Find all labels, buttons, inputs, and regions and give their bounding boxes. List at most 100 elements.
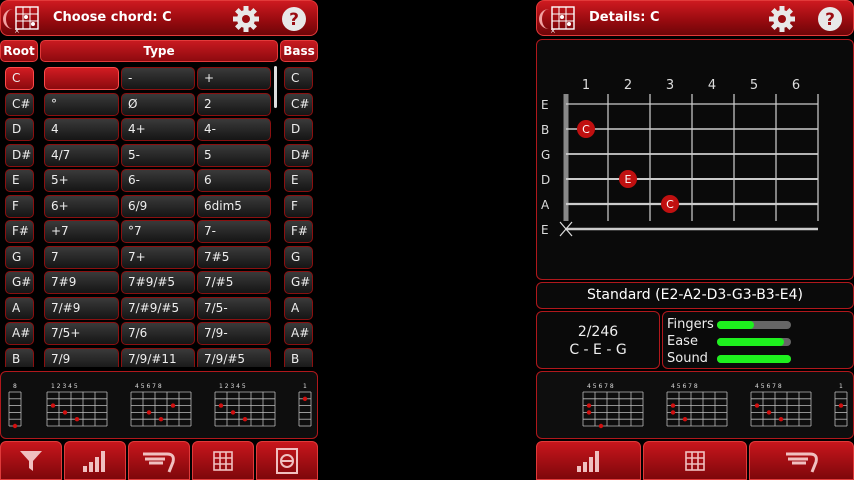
- list-scrollbar[interactable]: [274, 66, 277, 108]
- chord-type-item[interactable]: 7/9/#5: [197, 347, 271, 367]
- chord-type-item[interactable]: 6+: [44, 194, 119, 218]
- back-icon[interactable]: [539, 9, 549, 29]
- fretted-note: C: [577, 120, 595, 138]
- root-item[interactable]: C: [5, 67, 34, 90]
- root-item[interactable]: A#: [5, 322, 34, 345]
- app-chord-icon: ×: [550, 6, 575, 33]
- chord-voicing-thumbnail[interactable]: 8: [7, 376, 27, 436]
- chord-type-item[interactable]: 7#9: [44, 271, 119, 294]
- chord-type-item[interactable]: 2: [197, 92, 271, 116]
- chord-type-item[interactable]: 7/#5: [197, 271, 271, 294]
- chord-type-item[interactable]: +7: [44, 220, 119, 243]
- fretboard-diagram[interactable]: 1 2 3 4 5 6EBGDAECEC: [537, 40, 853, 279]
- chord-type-item[interactable]: 7/9-: [197, 322, 271, 345]
- bass-item[interactable]: G#: [284, 271, 313, 294]
- bass-item[interactable]: D#: [284, 143, 313, 167]
- chord-voicing-thumbnail[interactable]: 1: [833, 376, 853, 436]
- chord-voicings-strip[interactable]: 8 1 2 3 4 5 4 5 6 7 8 1 2 3 4 5 1: [0, 371, 318, 439]
- chord-type-item[interactable]: -: [121, 67, 195, 90]
- bass-item[interactable]: G: [284, 245, 313, 269]
- bass-item[interactable]: F: [284, 194, 313, 218]
- capo-button[interactable]: [749, 441, 854, 480]
- rating-bar-fill: [717, 338, 784, 346]
- signal-bars-icon: [576, 450, 599, 472]
- chord-voicing-thumbnail[interactable]: 4 5 6 7 8: [581, 376, 649, 436]
- rating-label: Fingers: [667, 317, 714, 332]
- chord-type-item[interactable]: 7/6: [121, 322, 195, 345]
- chord-voicing-thumbnail[interactable]: 4 5 6 7 8: [129, 376, 197, 436]
- difficulty-button[interactable]: [536, 441, 641, 480]
- type-column-header: Type: [40, 40, 278, 62]
- bass-item[interactable]: B: [284, 347, 313, 367]
- bass-item[interactable]: A#: [284, 322, 313, 345]
- chord-type-item[interactable]: [44, 67, 119, 90]
- capo-button[interactable]: [128, 441, 190, 480]
- chord-type-item[interactable]: °7: [121, 220, 195, 243]
- difficulty-button[interactable]: [64, 441, 126, 480]
- chord-type-item[interactable]: 4/7: [44, 143, 119, 167]
- bass-item[interactable]: C: [284, 67, 313, 90]
- chord-type-item[interactable]: °: [44, 92, 119, 116]
- chord-voicing-thumbnail[interactable]: 4 5 6 7 8: [749, 376, 817, 436]
- chord-voicing-thumbnail[interactable]: 1 2 3 4 5: [45, 376, 113, 436]
- grid-button[interactable]: [192, 441, 254, 480]
- root-item[interactable]: F#: [5, 220, 34, 243]
- chord-type-item[interactable]: 4+: [121, 118, 195, 141]
- chord-voicing-thumbnail[interactable]: 4 5 6 7 8: [665, 376, 733, 436]
- chord-type-item[interactable]: 7: [44, 245, 119, 269]
- chord-type-item[interactable]: 6: [197, 169, 271, 192]
- bass-item[interactable]: F#: [284, 220, 313, 243]
- root-item[interactable]: G: [5, 245, 34, 269]
- root-item[interactable]: A: [5, 296, 34, 320]
- help-icon[interactable]: ?: [815, 5, 845, 33]
- chord-list[interactable]: C - + C C# ° Ø 2 C# D 4 4+ 4- D D# 4/7 5- 5 D# E 5+ 6- 6 E F 6+ 6/…: [0, 64, 318, 367]
- chord-type-item[interactable]: 7/9: [44, 347, 119, 367]
- chord-type-item[interactable]: 7#9/#5: [121, 271, 195, 294]
- root-item[interactable]: D#: [5, 143, 34, 167]
- chord-type-item[interactable]: 6dim5: [197, 194, 271, 218]
- chord-type-item[interactable]: 4: [44, 118, 119, 141]
- finger-dot: [146, 410, 152, 415]
- bass-item[interactable]: E: [284, 169, 313, 192]
- bass-item[interactable]: C#: [284, 92, 313, 116]
- chord-type-item[interactable]: 4-: [197, 118, 271, 141]
- chord-type-item[interactable]: 6-: [121, 169, 195, 192]
- chord-type-item[interactable]: 7#5: [197, 245, 271, 269]
- root-item[interactable]: G#: [5, 271, 34, 294]
- tuning-label[interactable]: Standard (E2-A2-D3-G3-B3-E4): [536, 282, 854, 309]
- chord-type-item[interactable]: 7/#9: [44, 296, 119, 320]
- gear-icon[interactable]: [767, 5, 797, 33]
- chord-type-item[interactable]: 6/9: [121, 194, 195, 218]
- chord-type-item[interactable]: 5+: [44, 169, 119, 192]
- root-item[interactable]: B: [5, 347, 34, 367]
- help-icon[interactable]: ?: [279, 5, 309, 33]
- root-item[interactable]: C#: [5, 92, 34, 116]
- chord-voicing-thumbnail[interactable]: 1: [297, 376, 317, 436]
- chord-type-item[interactable]: 7+: [121, 245, 195, 269]
- grid-button[interactable]: [643, 441, 747, 480]
- string-label: E: [541, 223, 549, 237]
- gear-icon[interactable]: [231, 5, 261, 33]
- svg-text:C: C: [666, 198, 674, 211]
- voicings-strip[interactable]: 4 5 6 7 8 4 5 6 7 8 4 5 6 7 8 1: [536, 371, 854, 439]
- root-item[interactable]: D: [5, 118, 34, 141]
- chord-type-item[interactable]: 7/9/#11: [121, 347, 195, 367]
- string-label: G: [541, 148, 550, 162]
- chord-type-item[interactable]: 7/5+: [44, 322, 119, 345]
- chord-type-item[interactable]: 7/5-: [197, 296, 271, 320]
- chord-type-item[interactable]: 5: [197, 143, 271, 167]
- back-icon[interactable]: [3, 9, 13, 29]
- root-item[interactable]: E: [5, 169, 34, 192]
- finger-dot: [12, 423, 18, 429]
- chord-voicing-thumbnail[interactable]: 1 2 3 4 5: [213, 376, 281, 436]
- root-item[interactable]: F: [5, 194, 34, 218]
- bass-item[interactable]: D: [284, 118, 313, 141]
- chord-type-item[interactable]: 7-: [197, 220, 271, 243]
- chord-type-item[interactable]: +: [197, 67, 271, 90]
- chord-type-item[interactable]: Ø: [121, 92, 195, 116]
- chord-type-item[interactable]: 7/#9/#5: [121, 296, 195, 320]
- scan-button[interactable]: [256, 441, 318, 480]
- filter-button[interactable]: [0, 441, 62, 480]
- chord-type-item[interactable]: 5-: [121, 143, 195, 167]
- bass-item[interactable]: A: [284, 296, 313, 320]
